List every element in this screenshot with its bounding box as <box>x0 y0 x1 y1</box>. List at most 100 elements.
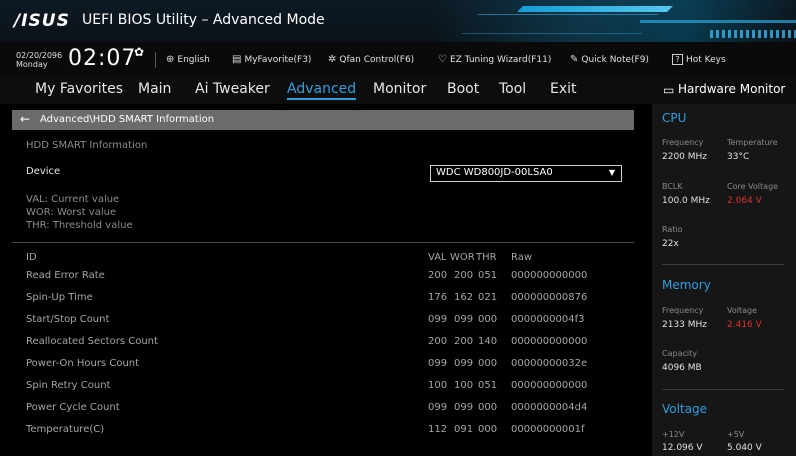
language-label: English <box>177 55 210 65</box>
row-thr: 051 <box>478 380 498 391</box>
cpu-frequency-label: Frequency <box>662 138 704 147</box>
row-id: Spin-Up Time <box>26 292 93 303</box>
bclk-label: BCLK <box>662 182 683 191</box>
title-decoration <box>640 20 796 23</box>
row-wor: 162 <box>454 292 474 303</box>
capacity-label: Capacity <box>662 349 697 358</box>
globe-icon: ⊕ <box>166 54 175 65</box>
tab-my-favorites[interactable]: My Favorites <box>35 81 123 97</box>
row-raw: 000000000876 <box>511 292 588 303</box>
column-header-wor: WOR <box>450 252 475 263</box>
section-divider <box>662 389 784 390</box>
tab-main[interactable]: Main <box>138 81 171 97</box>
core-voltage-label: Core Voltage <box>727 182 779 191</box>
tab-ai-tweaker[interactable]: Ai Tweaker <box>195 81 270 97</box>
row-id: Start/Stop Count <box>26 314 110 325</box>
table-row: Start/Stop Count 099 099 000 0000000004f… <box>12 314 634 330</box>
memory-frequency-value: 2133 MHz <box>662 320 708 330</box>
row-raw: 000000000000 <box>511 336 588 347</box>
back-arrow-icon[interactable]: ← <box>20 112 30 126</box>
device-select-value: WDC WD800JD-00LSA0 <box>436 167 553 178</box>
row-raw: 0000000004d4 <box>511 402 588 413</box>
row-val: 200 <box>428 336 448 347</box>
hotkey-icon: ? <box>672 54 683 65</box>
row-thr: 051 <box>478 270 498 281</box>
row-id: Read Error Rate <box>26 270 105 281</box>
row-val: 099 <box>428 402 448 413</box>
column-header-val: VAL <box>428 252 447 263</box>
table-header: ID VAL WOR THR Raw <box>12 252 634 268</box>
column-header-id: ID <box>26 252 37 263</box>
row-wor: 091 <box>454 424 474 435</box>
memory-voltage-label: Voltage <box>727 306 758 315</box>
tab-advanced[interactable]: Advanced <box>287 81 357 100</box>
bclk-value: 100.0 MHz <box>662 196 710 206</box>
title-decoration <box>461 14 659 34</box>
capacity-value: 4096 MB <box>662 363 702 373</box>
device-label: Device <box>26 166 61 177</box>
title-decoration <box>517 6 673 12</box>
table-row: Reallocated Sectors Count 200 200 140 00… <box>12 336 634 352</box>
qfan-control-button[interactable]: ✲ Qfan Control(F6) <box>328 54 414 65</box>
date-text: 02/20/2096 <box>16 51 63 60</box>
row-id: Temperature(C) <box>26 424 105 435</box>
favorite-icon: ▤ <box>232 54 242 65</box>
row-id: Spin Retry Count <box>26 380 111 391</box>
voltage-section-title: Voltage <box>662 402 708 416</box>
breadcrumb[interactable]: ← Advanced\HDD SMART Information <box>12 110 634 130</box>
tab-tool[interactable]: Tool <box>499 81 526 97</box>
cpu-frequency-value: 2200 MHz <box>662 152 708 162</box>
row-val: 100 <box>428 380 448 391</box>
hardware-monitor-panel: ▭ Hardware Monitor CPU Frequency Tempera… <box>652 76 796 456</box>
table-row: Temperature(C) 112 091 000 00000000001f <box>12 424 634 440</box>
brand-logo: /ISUS <box>14 11 70 31</box>
memory-voltage-value: 2.416 V <box>727 320 762 330</box>
ratio-value: 22x <box>662 239 679 249</box>
ez-tuning-label: EZ Tuning Wizard(F11) <box>449 55 552 65</box>
row-wor: 100 <box>454 380 474 391</box>
quick-note-button[interactable]: ✎ Quick Note(F9) <box>570 54 649 65</box>
memory-section-title: Memory <box>662 278 711 292</box>
legend-wor: WOR: Worst value <box>26 207 117 218</box>
v5-label: +5V <box>727 430 745 439</box>
device-select[interactable]: WDC WD800JD-00LSA0 ▼ <box>430 165 622 182</box>
language-button[interactable]: ⊕ English <box>166 54 210 65</box>
legend-thr: THR: Threshold value <box>26 220 133 231</box>
v5-value: 5.040 V <box>727 443 762 453</box>
hardware-monitor-header: ▭ Hardware Monitor <box>652 76 796 104</box>
row-wor: 200 <box>454 336 474 347</box>
myfavorite-button[interactable]: ▤ MyFavorite(F3) <box>232 54 311 65</box>
toolbar-divider <box>155 52 156 68</box>
breadcrumb-path: Advanced\HDD SMART Information <box>40 114 215 125</box>
core-voltage-value: 2.064 V <box>727 196 762 206</box>
app-title: UEFI BIOS Utility – Advanced Mode <box>82 12 325 28</box>
row-thr: 000 <box>478 358 498 369</box>
row-thr: 000 <box>478 314 498 325</box>
tab-boot[interactable]: Boot <box>447 81 479 97</box>
row-thr: 140 <box>478 336 498 347</box>
row-thr: 000 <box>478 424 498 435</box>
row-raw: 00000000001f <box>511 424 585 435</box>
row-id: Reallocated Sectors Count <box>26 336 158 347</box>
hot-keys-button[interactable]: ? Hot Keys <box>672 54 726 65</box>
ez-tuning-wizard-button[interactable]: ♡ EZ Tuning Wizard(F11) <box>438 54 551 65</box>
table-row: Spin Retry Count 100 100 051 00000000000… <box>12 380 634 396</box>
row-raw: 00000000032e <box>511 358 588 369</box>
gear-icon[interactable]: ✿ <box>134 45 144 59</box>
column-header-thr: THR <box>476 252 497 263</box>
column-header-raw: Raw <box>511 252 533 263</box>
table-row: Power Cycle Count 099 099 000 0000000004… <box>12 402 634 418</box>
hardware-monitor-title: Hardware Monitor <box>678 82 786 96</box>
row-raw: 000000000000 <box>511 270 588 281</box>
clock: 02:07 <box>68 46 137 71</box>
row-wor: 099 <box>454 314 474 325</box>
row-wor: 099 <box>454 358 474 369</box>
v12-value: 12.096 V <box>662 443 703 453</box>
cpu-temperature-label: Temperature <box>727 138 778 147</box>
tab-exit[interactable]: Exit <box>550 81 577 97</box>
tab-monitor[interactable]: Monitor <box>373 81 426 97</box>
qfan-label: Qfan Control(F6) <box>339 55 415 65</box>
row-raw: 0000000004f3 <box>511 314 585 325</box>
section-title: HDD SMART Information <box>26 140 148 151</box>
row-val: 176 <box>428 292 448 303</box>
